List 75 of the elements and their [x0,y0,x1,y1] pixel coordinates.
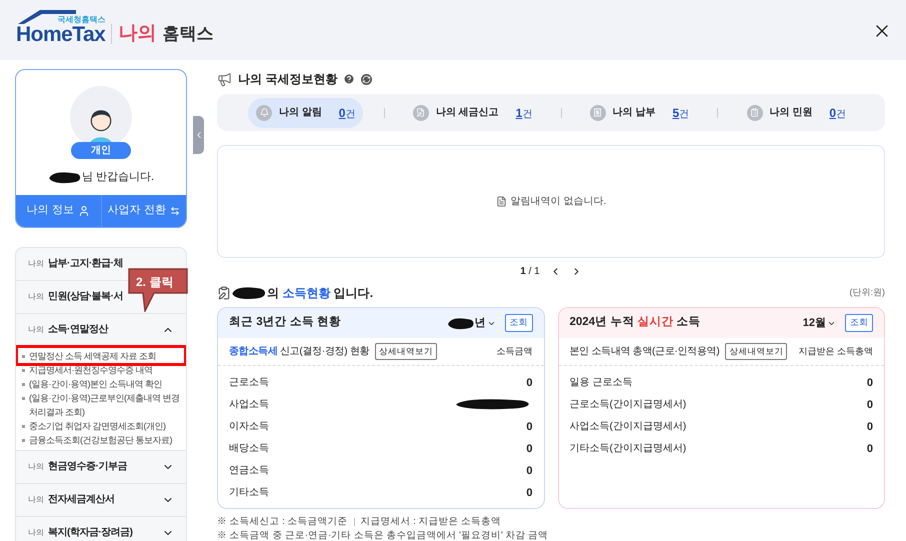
megaphone-icon [217,72,232,86]
income-label: 근로소득(간이지급명세서) [570,398,686,412]
title-accent: 나의 [118,22,156,46]
submenu-link[interactable]: (일용·간이·용역)본인 소득내역 확인 [21,376,181,390]
income-label: 사업소득(간이지급명세서) [570,420,686,434]
income-amount: 0 [866,443,873,455]
income-label: 근로소득 [229,376,269,390]
logo-subtitle: 국세청홈택스 [57,16,106,24]
income-section-title: 의 소득현황 입니다. [267,285,374,302]
detail-button[interactable]: 상세내역보기 [375,343,438,360]
income-amount: 0 [866,421,873,433]
menu-item[interactable]: 나의 현금영수증·기부금 [16,450,186,482]
redaction-scribble [48,170,82,184]
status-icon [256,104,272,120]
logo-text: HomeTax [16,24,106,44]
unit-note: (단위:원) [850,286,885,300]
greeting-text: 님 반갑습니다. [82,170,154,185]
submenu-link[interactable]: 지급명세서·원천징수영수증 내역 [21,362,181,376]
submenu-link[interactable]: 연말정산 소득 세액공제 자료 조회 [21,348,181,362]
income-label: 이자소득 [229,420,269,434]
status-tab[interactable]: 나의 알림 0건 [248,98,364,128]
status-icon [412,104,429,120]
help-icon[interactable] [343,73,356,85]
user-icon [78,204,90,216]
status-tab[interactable]: 나의 납부 5건 [582,98,698,128]
status-icon [746,104,763,120]
status-tab[interactable]: 나의 세금신고 1건 [404,98,540,128]
menu-item[interactable]: 나의 복지(학자금·장려금) [16,516,186,541]
empty-message: 알림내역이 없습니다. [510,195,606,209]
income-amount: 0 [526,465,532,477]
income-label: 배당소득 [229,442,269,456]
page-title: 홈택스 [162,23,214,46]
section-title: 나의 국세정보현황 [238,71,338,88]
income-label: 사업소득 [229,398,269,412]
submenu-link[interactable]: 금융소득조회(건강보험공단 통보자료) [21,432,181,446]
card-subtitle: 종합소득세 신고(결정·경정) 현황 [229,345,370,359]
status-tab[interactable]: 나의 민원 0건 [738,98,854,128]
menu-item[interactable]: 나의 전자세금계산서 [16,484,186,516]
income-amount: 0 [526,377,532,389]
footnote: ※ 소득금액 중 근로·연금·기타 소득은 총수입금액에서 '필요경비' 차감 금액 [217,528,548,541]
income-amount: 0 [526,421,532,433]
clipboard-pen-icon [217,286,231,300]
query-button[interactable]: 조회 [504,314,532,332]
card-title: 2024년 누적 실시간 소득 [570,315,701,330]
column-header: 소득금액 [496,344,532,358]
refresh-icon[interactable] [361,74,372,84]
period-dropdown[interactable]: 년 [474,314,496,332]
detail-button[interactable]: 상세내역보기 [725,343,788,360]
submenu-link[interactable]: (일용·간이·용역)근로부인(제출내역 변경 처리결과 조회) [21,390,181,418]
card-subtitle: 본인 소득내역 총액(근로·인적용역) [570,345,720,359]
redaction-scribble [231,286,267,300]
profile-action-button[interactable]: 사업자 전환 [100,194,186,226]
column-header: 지급받은 소득총액 [798,344,873,358]
period-dropdown[interactable]: 12월 [802,314,836,332]
submenu-link[interactable]: 중소기업 취업자 감면명세조회(개인) [21,418,181,432]
income-label: 연금소득 [229,464,269,478]
income-label: 기타소득 [229,486,269,500]
status-icon [590,104,606,120]
switch-arrows-icon [170,206,180,216]
income-label: 기타소득(간이지급명세서) [570,442,686,456]
income-amount: 0 [526,487,532,499]
footnote: 지급명세서 : 지급받은 소득총액 [360,514,502,529]
menu-item[interactable]: 나의 소득·연말정산 [16,314,186,346]
income-amount: 0 [866,399,873,411]
footnote: ※ 소득세신고 : 소득금액기준 [217,514,348,529]
collapse-handle[interactable] [193,116,204,154]
profile-action-button[interactable]: 나의 정보 [16,194,100,226]
income-label: 일용 근로소득 [570,376,632,390]
document-icon [496,196,507,207]
page-indicator: 1 / 1 [520,264,540,278]
query-button[interactable]: 조회 [845,314,873,332]
profile-type-badge: 개인 [71,142,131,159]
income-amount: 0 [526,443,532,455]
income-amount: 0 [866,377,873,389]
card-title: 최근 3년간 소득 현황 [229,315,341,330]
